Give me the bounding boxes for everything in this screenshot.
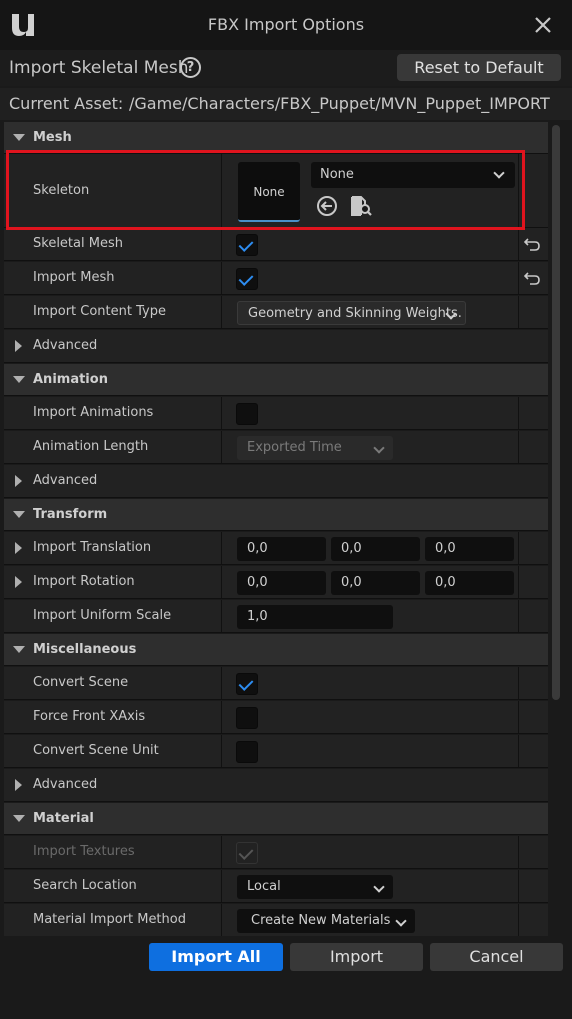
misc-advanced-row[interactable]: Advanced xyxy=(4,769,548,802)
material-import-method-label: Material Import Method xyxy=(33,912,186,927)
rotation-z-field[interactable]: 0,0 xyxy=(425,571,514,595)
skeletal-mesh-row: Skeletal Mesh xyxy=(4,228,548,261)
import-rotation-row: Import Rotation 0,0 0,0 0,0 xyxy=(4,566,548,599)
import-mesh-row: Import Mesh xyxy=(4,262,548,295)
import-textures-label: Import Textures xyxy=(33,844,135,859)
search-location-label: Search Location xyxy=(33,878,137,893)
collapse-caret-icon[interactable] xyxy=(13,815,25,822)
skeletal-mesh-checkbox[interactable] xyxy=(236,234,258,256)
material-import-method-row: Material Import Method Create New Materi… xyxy=(4,904,548,936)
import-uniform-scale-row: Import Uniform Scale 1,0 xyxy=(4,600,548,633)
chevron-down-icon xyxy=(493,167,505,179)
import-mesh-label: Import Mesh xyxy=(33,270,115,285)
reset-to-default-button[interactable]: Reset to Default xyxy=(397,54,561,81)
import-textures-row: Import Textures xyxy=(4,836,548,869)
section-transform[interactable]: Transform xyxy=(4,499,548,531)
import-type-label: Import Skeletal Mesh xyxy=(9,58,189,78)
chevron-down-icon xyxy=(373,881,385,893)
section-animation[interactable]: Animation xyxy=(4,364,548,396)
import-translation-label: Import Translation xyxy=(33,540,152,555)
title-bar: FBX Import Options xyxy=(0,0,572,50)
section-material[interactable]: Material xyxy=(4,803,548,835)
window-title: FBX Import Options xyxy=(207,15,365,34)
translation-x-field[interactable]: 0,0 xyxy=(237,537,326,561)
import-rotation-label: Import Rotation xyxy=(33,574,135,589)
rotation-y-field[interactable]: 0,0 xyxy=(331,571,420,595)
close-icon[interactable] xyxy=(532,14,554,36)
cancel-button[interactable]: Cancel xyxy=(430,943,563,971)
import-uniform-scale-label: Import Uniform Scale xyxy=(33,608,172,623)
browse-asset-icon[interactable] xyxy=(349,194,373,218)
uniform-scale-field[interactable]: 1,0 xyxy=(237,605,393,629)
expand-caret-icon[interactable] xyxy=(15,542,22,554)
import-mesh-checkbox[interactable] xyxy=(236,268,258,290)
convert-scene-unit-label: Convert Scene Unit xyxy=(33,743,159,758)
translation-z-field[interactable]: 0,0 xyxy=(425,537,514,561)
expand-caret-icon[interactable] xyxy=(15,475,22,487)
search-location-combo[interactable]: Local xyxy=(237,875,393,899)
force-front-xaxis-label: Force Front XAxis xyxy=(33,709,146,724)
rotation-x-field[interactable]: 0,0 xyxy=(237,571,326,595)
import-textures-checkbox xyxy=(236,842,258,864)
force-front-xaxis-row: Force Front XAxis xyxy=(4,701,548,734)
convert-scene-unit-row: Convert Scene Unit xyxy=(4,735,548,768)
force-front-xaxis-checkbox[interactable] xyxy=(236,707,258,729)
skeleton-thumbnail[interactable]: None xyxy=(238,162,300,222)
chevron-down-icon xyxy=(395,915,407,927)
current-asset-path: /Game/Characters/FBX_Puppet/MVN_Puppet_I… xyxy=(129,94,550,113)
import-translation-row: Import Translation 0,0 0,0 0,0 xyxy=(4,532,548,565)
animation-length-row: Animation Length Exported Time xyxy=(4,431,548,464)
skeletal-mesh-label: Skeletal Mesh xyxy=(33,236,123,251)
collapse-caret-icon[interactable] xyxy=(13,511,25,518)
use-selected-asset-icon[interactable] xyxy=(316,195,338,217)
import-content-type-combo[interactable]: Geometry and Skinning Weights. xyxy=(237,301,466,325)
current-asset-label: Current Asset: xyxy=(9,94,124,113)
collapse-caret-icon[interactable] xyxy=(13,646,25,653)
mesh-advanced-row[interactable]: Advanced xyxy=(4,330,548,363)
reset-arrow-icon[interactable] xyxy=(524,237,540,251)
animation-length-combo: Exported Time xyxy=(237,436,393,460)
section-miscellaneous[interactable]: Miscellaneous xyxy=(4,634,548,666)
details-panel: Mesh Skeleton None None Skeletal Mesh Im… xyxy=(4,122,548,936)
convert-scene-row: Convert Scene xyxy=(4,667,548,700)
help-icon[interactable]: ? xyxy=(180,57,201,78)
import-animations-checkbox[interactable] xyxy=(236,403,258,425)
import-animations-row: Import Animations xyxy=(4,397,548,430)
convert-scene-label: Convert Scene xyxy=(33,675,129,690)
convert-scene-unit-checkbox[interactable] xyxy=(236,741,258,763)
current-asset-row: Current Asset: /Game/Characters/FBX_Pupp… xyxy=(0,88,572,120)
search-location-row: Search Location Local xyxy=(4,870,548,903)
import-all-button[interactable]: Import All xyxy=(149,943,283,971)
expand-caret-icon[interactable] xyxy=(15,779,22,791)
expand-caret-icon[interactable] xyxy=(15,340,22,352)
collapse-caret-icon[interactable] xyxy=(13,134,25,141)
collapse-caret-icon[interactable] xyxy=(13,376,25,383)
import-content-type-row: Import Content Type Geometry and Skinnin… xyxy=(4,296,548,329)
translation-y-field[interactable]: 0,0 xyxy=(331,537,420,561)
animation-advanced-row[interactable]: Advanced xyxy=(4,465,548,498)
skeleton-label: Skeleton xyxy=(33,183,90,198)
import-animations-label: Import Animations xyxy=(33,405,154,420)
convert-scene-checkbox[interactable] xyxy=(236,673,258,695)
reset-arrow-icon[interactable] xyxy=(524,271,540,285)
expand-caret-icon[interactable] xyxy=(15,576,22,588)
import-button[interactable]: Import xyxy=(290,943,423,971)
skeleton-picker-combo[interactable]: None xyxy=(311,162,515,188)
chevron-down-icon xyxy=(373,442,385,454)
section-mesh[interactable]: Mesh xyxy=(4,122,548,154)
material-import-method-combo[interactable]: Create New Materials xyxy=(237,909,415,933)
import-content-type-label: Import Content Type xyxy=(33,304,166,319)
scrollbar[interactable] xyxy=(552,125,560,700)
animation-length-label: Animation Length xyxy=(33,439,149,454)
